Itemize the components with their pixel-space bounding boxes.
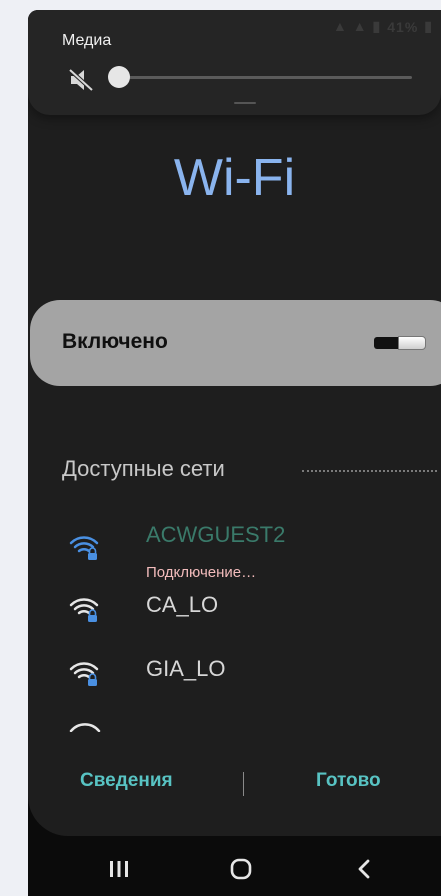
phone-screen: Медиа ▲ ▲ ▮ 41% ▮ Wi‑Fi Включено Доступн… (28, 10, 441, 896)
dialog-footer: Сведения Готово (28, 770, 441, 810)
drag-handle[interactable] (234, 102, 256, 104)
status-bar: ▲ ▲ ▮ 41% ▮ (333, 18, 433, 35)
wifi-lock-icon (69, 662, 99, 686)
navigation-bar (28, 850, 441, 890)
network-name: ACWGUEST2 (146, 522, 286, 547)
wifi-toggle-row[interactable]: Включено (30, 300, 441, 386)
back-icon[interactable] (352, 856, 378, 882)
battery-icon: ▮ (424, 18, 433, 34)
page-title: Wi‑Fi (173, 149, 296, 207)
wifi-lock-icon (69, 598, 99, 622)
recents-icon[interactable] (106, 856, 132, 882)
available-networks-heading: Доступные сети (62, 456, 225, 481)
media-label: Медиа (62, 32, 112, 49)
wifi-panel: Медиа ▲ ▲ ▮ 41% ▮ Wi‑Fi Включено Доступн… (28, 10, 441, 836)
network-item[interactable]: GIA_LO (62, 648, 422, 698)
toggle-label: Включено (62, 330, 168, 353)
network-name: GIA_LO (146, 656, 226, 681)
home-icon[interactable] (228, 856, 254, 882)
network-item[interactable]: CA_LO (62, 584, 422, 634)
wifi-icon-partial (69, 723, 101, 732)
network-name: CA_LO (146, 592, 219, 617)
battery-text: 41% (387, 18, 419, 35)
wifi-switch[interactable] (374, 336, 426, 350)
done-button[interactable]: Готово (316, 770, 381, 792)
network-item[interactable]: ACWGUEST2 Подключение… (62, 522, 422, 581)
volume-slider-track[interactable] (120, 76, 412, 79)
details-button[interactable]: Сведения (80, 770, 173, 792)
signal-icon: ▲ ▲ ▮ (333, 18, 382, 34)
section-divider (302, 470, 437, 472)
footer-divider (243, 772, 244, 796)
network-status: Подключение… (146, 564, 257, 581)
volume-slider-thumb[interactable] (108, 66, 130, 88)
mute-icon[interactable] (68, 68, 96, 92)
wifi-lock-icon (69, 536, 99, 560)
